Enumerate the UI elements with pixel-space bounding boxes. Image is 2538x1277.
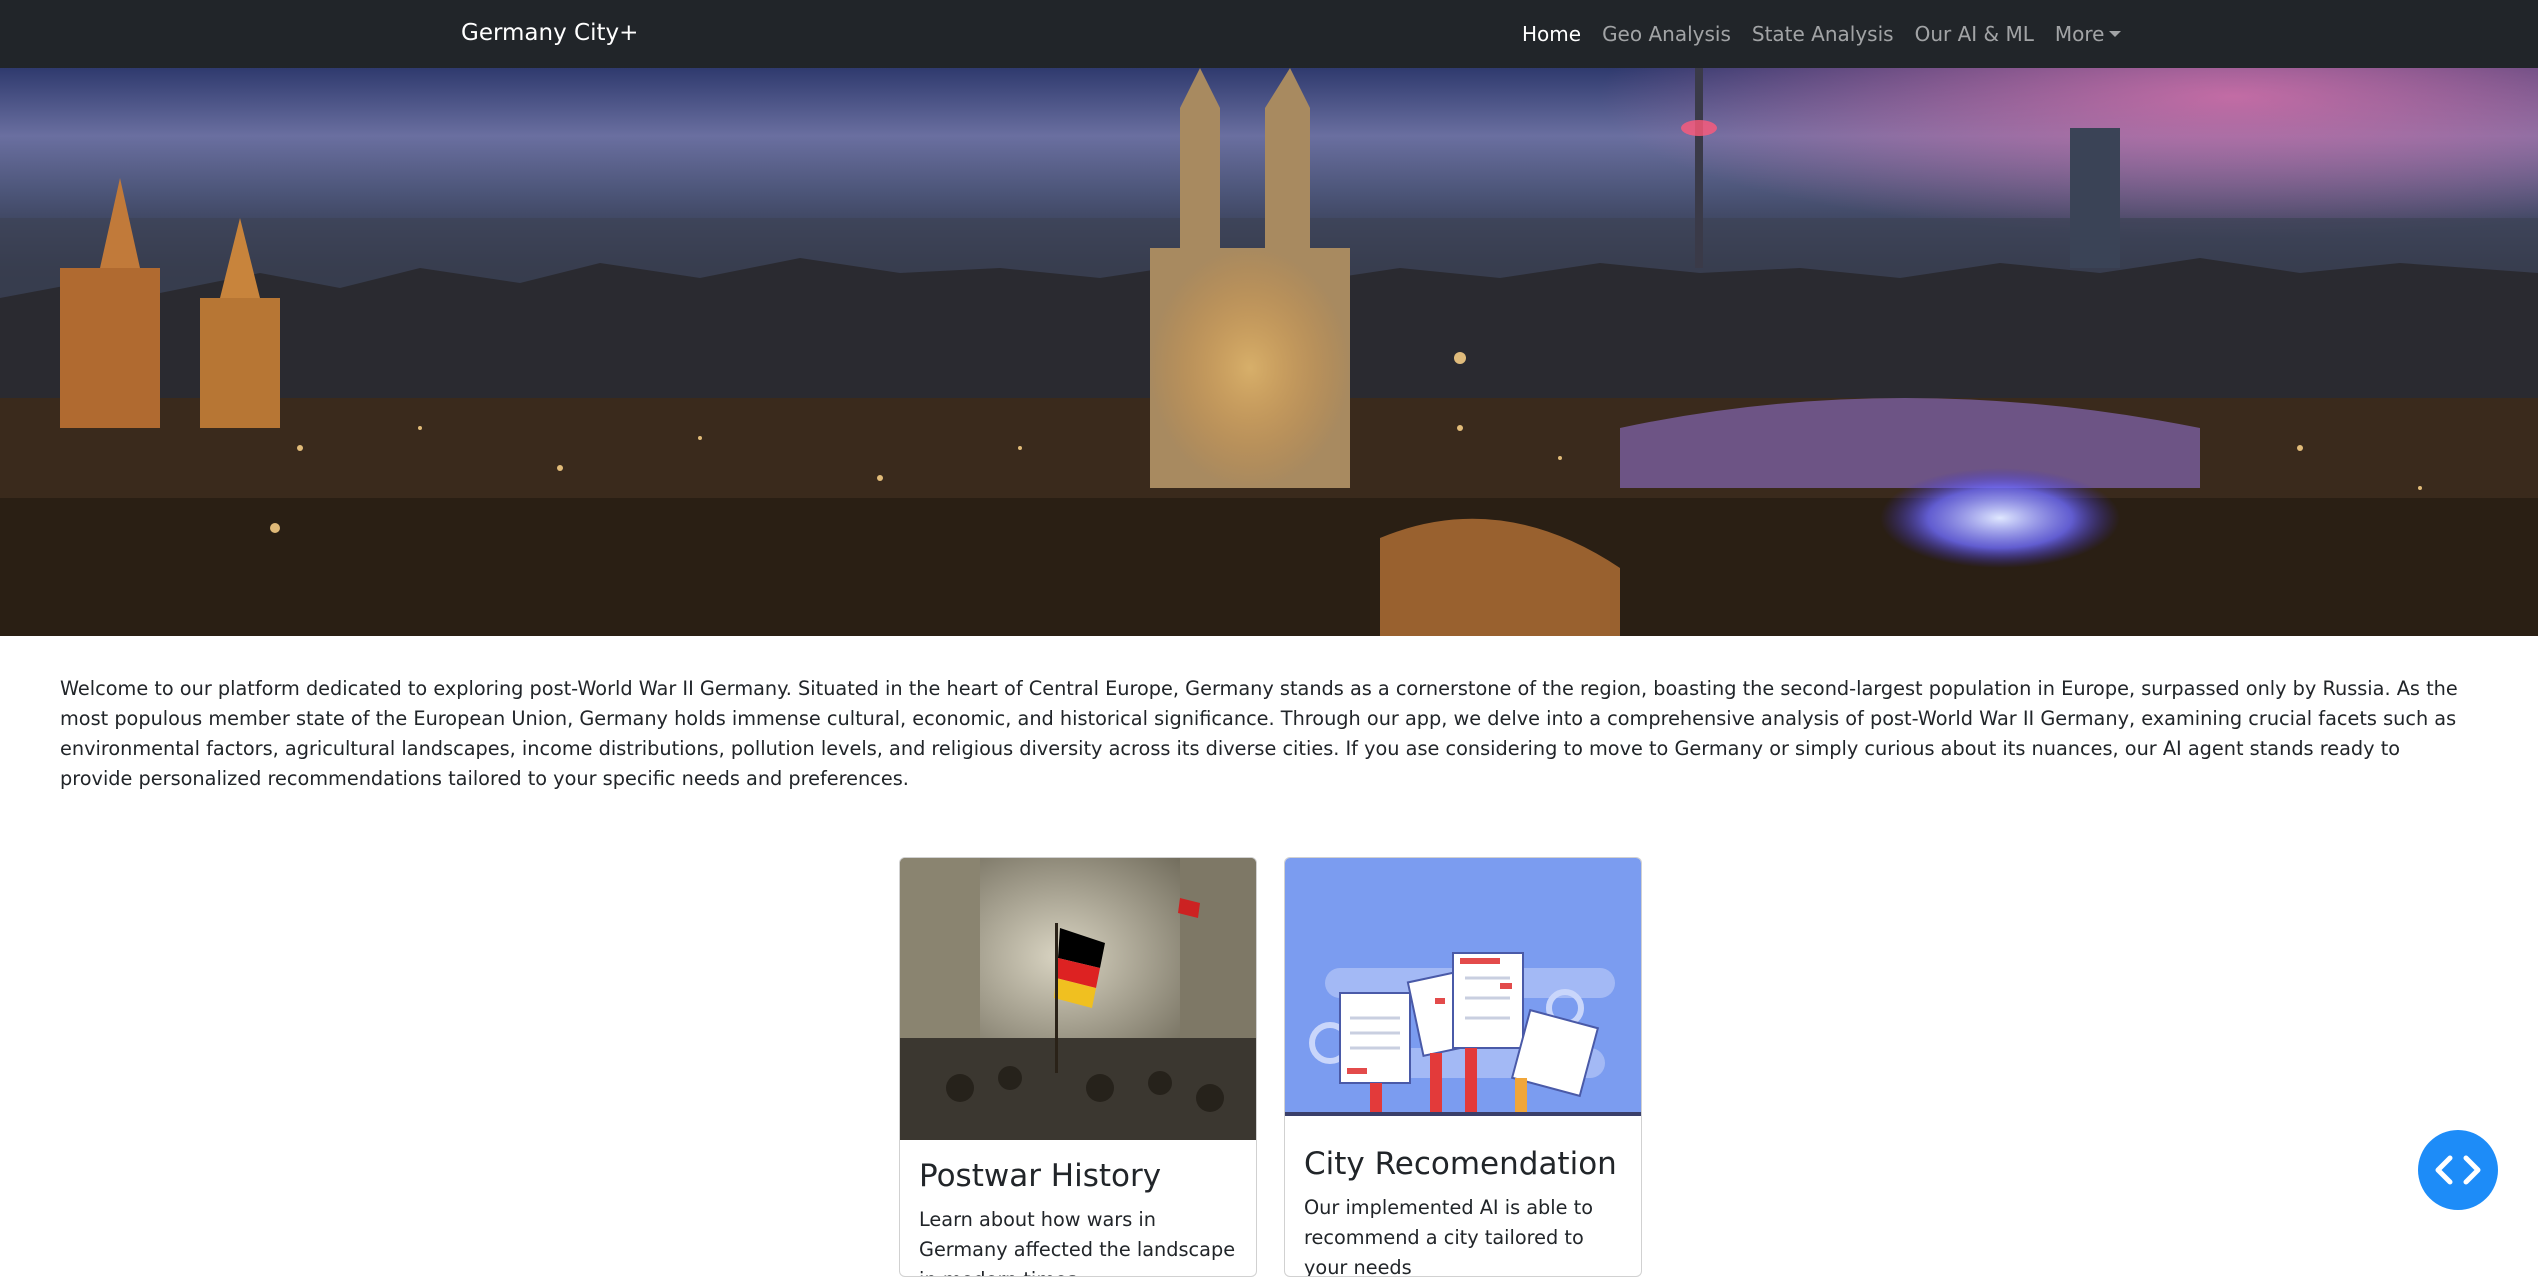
card-text-postwar: Learn about how wars in Germany affected…	[919, 1208, 1236, 1276]
card-title-postwar: Postwar History	[919, 1158, 1162, 1194]
hero-banner	[0, 68, 2538, 636]
nav-state-analysis[interactable]: State Analysis	[1752, 22, 1894, 46]
nav-geo-analysis[interactable]: Geo Analysis	[1602, 22, 1731, 46]
navbar: Germany City+ Home Geo Analysis State An…	[0, 0, 2538, 68]
nav-ai-ml[interactable]: Our AI & ML	[1915, 22, 2034, 46]
checklist-illustration-image	[1285, 858, 1641, 1127]
nav-more-label: More	[2054, 22, 2105, 46]
card-image-postwar	[900, 858, 1256, 1140]
nav-menu: Home Geo Analysis State Analysis Our AI …	[1522, 0, 2142, 68]
card-title-recommendation: City Recomendation	[1304, 1146, 1617, 1182]
card-text-recommendation: Our implemented AI is able to recommend …	[1304, 1196, 1594, 1277]
revolution-painting-image	[900, 858, 1256, 1140]
cologne-skyline-image	[0, 68, 2538, 636]
intro-paragraph: Welcome to our platform dedicated to exp…	[60, 677, 2458, 790]
code-toggle-button[interactable]	[2418, 1130, 2498, 1210]
card-city-recommendation[interactable]: City Recomendation Our implemented AI is…	[1284, 857, 1642, 1277]
code-chevrons-icon	[2435, 1155, 2481, 1185]
card-postwar-history[interactable]: Postwar History Learn about how wars in …	[899, 857, 1257, 1277]
nav-home[interactable]: Home	[1522, 22, 1581, 46]
brand-link[interactable]: Germany City+	[461, 0, 638, 68]
caret-down-icon	[2109, 31, 2122, 37]
nav-more-dropdown[interactable]: More	[2055, 22, 2122, 46]
card-image-recommendation	[1285, 858, 1641, 1127]
